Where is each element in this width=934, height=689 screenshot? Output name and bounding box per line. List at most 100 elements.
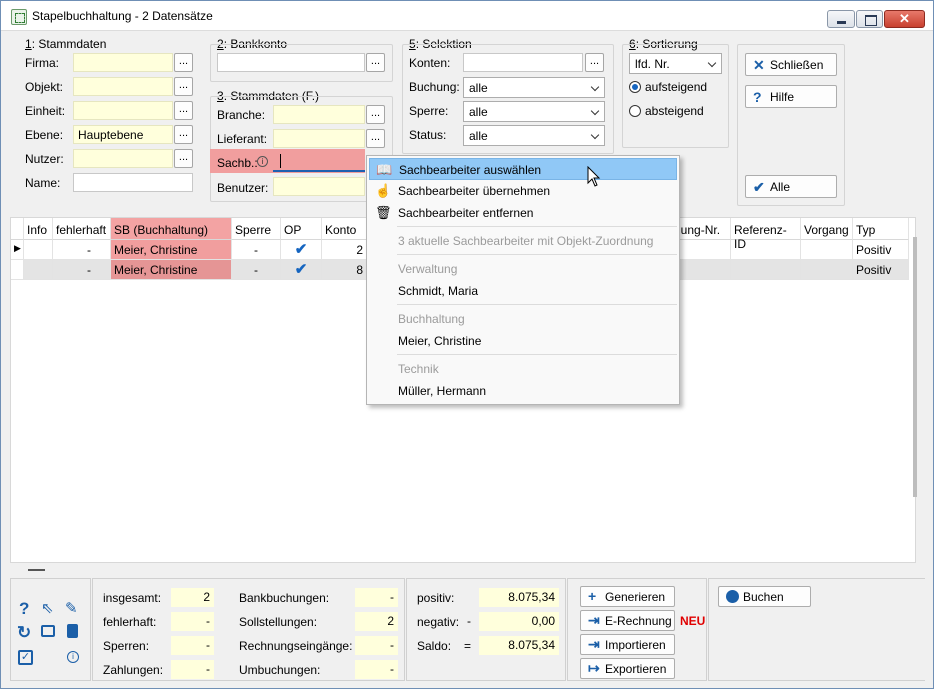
negativ-label: negativ: bbox=[417, 615, 460, 629]
firma-browse-button[interactable]: ... bbox=[174, 53, 193, 72]
sperre-select[interactable]: alle bbox=[463, 101, 605, 122]
nutzer-browse-button[interactable]: ... bbox=[174, 149, 193, 168]
konten-field[interactable] bbox=[463, 53, 583, 72]
counts-panel: insgesamt: 2 fehlerhaft: - Sperren: - Za… bbox=[92, 578, 405, 681]
firma-label: Firma: bbox=[25, 56, 59, 70]
lieferant-browse-button[interactable]: ... bbox=[366, 129, 385, 148]
main-window: Stapelbuchhaltung - 2 Datensätze ✕ 1: St… bbox=[0, 0, 934, 689]
schliessen-button[interactable]: ✕ Schließen bbox=[745, 53, 837, 76]
grid-header-vorgang[interactable]: Vorgang bbox=[801, 218, 853, 240]
e-rechnung-button[interactable]: ⇥ E-Rechnung bbox=[580, 610, 675, 631]
cell-konto: 2 bbox=[322, 240, 367, 260]
refresh-icon[interactable]: ↻ bbox=[17, 623, 31, 643]
buchen-button[interactable]: Buchen bbox=[718, 586, 811, 607]
grid-header-sb[interactable]: SB (Buchhaltung) bbox=[111, 218, 232, 240]
menu-group-technik: Technik bbox=[398, 362, 439, 376]
help-icon[interactable]: ? bbox=[19, 599, 29, 619]
umbuchungen-value: - bbox=[355, 660, 398, 679]
info-icon[interactable]: i bbox=[257, 156, 268, 167]
cell-sperre: - bbox=[232, 240, 281, 260]
grid-header-konto[interactable]: Konto bbox=[322, 218, 367, 240]
pointer-icon[interactable]: ⇖ bbox=[41, 599, 54, 617]
positiv-label: positiv: bbox=[417, 591, 455, 605]
menu-group-buchhaltung: Buchhaltung bbox=[398, 312, 465, 326]
menu-item-take-sachbearbeiter[interactable]: ☝ Sachbearbeiter übernehmen bbox=[369, 180, 677, 202]
objekt-field[interactable] bbox=[73, 77, 173, 96]
benutzer-label: Benutzer: bbox=[217, 181, 269, 195]
branche-browse-button[interactable]: ... bbox=[366, 105, 385, 124]
name-field[interactable] bbox=[73, 173, 193, 192]
sachbearbeiter-field[interactable] bbox=[273, 151, 365, 172]
menu-item-schmidt-maria[interactable]: Schmidt, Maria bbox=[369, 280, 677, 302]
trash-icon: 🗑 bbox=[375, 205, 392, 220]
menu-item-remove-sachbearbeiter[interactable]: 🗑 Sachbearbeiter entfernen bbox=[369, 202, 677, 224]
app-icon bbox=[11, 9, 27, 25]
konten-browse-button[interactable]: ... bbox=[585, 53, 604, 72]
info-icon[interactable]: i bbox=[67, 651, 79, 663]
alle-button[interactable]: ✔ Alle bbox=[745, 175, 837, 198]
menu-item-meier-christine[interactable]: Meier, Christine bbox=[369, 330, 677, 352]
office-icon[interactable] bbox=[67, 624, 78, 638]
minimize-button[interactable] bbox=[827, 10, 855, 28]
menu-item-mueller-hermann[interactable]: Müller, Hermann bbox=[369, 380, 677, 402]
name-label: Name: bbox=[25, 176, 61, 190]
hand-icon: ☝ bbox=[375, 183, 392, 198]
nutzer-field[interactable] bbox=[73, 149, 173, 168]
grid-header-fehlerhaft[interactable]: fehlerhaft bbox=[53, 218, 111, 240]
firma-field[interactable] bbox=[73, 53, 173, 72]
buchung-select[interactable]: alle bbox=[463, 77, 605, 98]
lieferant-field[interactable] bbox=[273, 129, 365, 148]
splitter-handle[interactable] bbox=[28, 569, 45, 571]
cell-vorgang bbox=[801, 240, 853, 260]
op-check-icon: ✔ bbox=[281, 240, 322, 260]
grid-header-typ[interactable]: Typ bbox=[853, 218, 909, 240]
cell-sperre: - bbox=[232, 260, 281, 280]
pencil-icon[interactable]: ✎ bbox=[65, 599, 78, 617]
buchung-label: Buchung: bbox=[409, 80, 460, 94]
grid-header-info[interactable]: Info bbox=[24, 218, 53, 240]
status-select[interactable]: alle bbox=[463, 125, 605, 146]
cell-sb: Meier, Christine bbox=[111, 240, 232, 260]
menu-item-select-sachbearbeiter[interactable]: 📖 Sachbearbeiter auswählen bbox=[369, 158, 677, 180]
objekt-browse-button[interactable]: ... bbox=[174, 77, 193, 96]
grid-header-referenz-id[interactable]: Referenz-ID bbox=[731, 218, 801, 251]
grid-header-rechnung-nr[interactable]: nung-Nr. bbox=[671, 218, 731, 240]
sachbearbeiter-context-menu: 📖 Sachbearbeiter auswählen ☝ Sachbearbeite… bbox=[366, 155, 680, 405]
rechnungseingaenge-value: - bbox=[355, 636, 398, 655]
importieren-button[interactable]: ⇥ Importieren bbox=[580, 634, 675, 655]
bankkonto-field[interactable] bbox=[217, 53, 365, 72]
exportieren-button[interactable]: ↦ Exportieren bbox=[580, 658, 675, 679]
sollstellungen-label: Sollstellungen: bbox=[239, 615, 318, 629]
plus-icon: + bbox=[588, 588, 597, 604]
benutzer-field[interactable] bbox=[273, 177, 365, 196]
bankkonto-browse-button[interactable]: ... bbox=[366, 53, 385, 72]
lieferant-label: Lieferant: bbox=[217, 132, 268, 146]
einheit-browse-button[interactable]: ... bbox=[174, 101, 193, 120]
ebene-field[interactable]: Hauptebene bbox=[73, 125, 173, 144]
cell-referenz-id bbox=[731, 260, 801, 280]
grid-header-sperre[interactable]: Sperre bbox=[232, 218, 281, 240]
export-icon: ↦ bbox=[588, 660, 600, 676]
cell-info bbox=[24, 260, 53, 280]
branche-field[interactable] bbox=[273, 105, 365, 124]
menu-separator bbox=[397, 226, 677, 227]
zahlungen-label: Zahlungen: bbox=[103, 663, 164, 677]
absteigend-radio[interactable] bbox=[629, 105, 641, 117]
grid-header-op[interactable]: OP bbox=[281, 218, 322, 240]
vertical-scrollbar[interactable] bbox=[913, 237, 917, 497]
fehlerhaft-value: - bbox=[171, 612, 214, 631]
print-icon[interactable] bbox=[41, 625, 55, 637]
hilfe-button[interactable]: ? Hilfe bbox=[745, 85, 837, 108]
close-window-button[interactable]: ✕ bbox=[884, 10, 925, 28]
sortierung-select[interactable]: lfd. Nr. bbox=[629, 53, 722, 74]
tools-panel: ? ⇖ ✎ ↻ ✓ i bbox=[10, 578, 91, 681]
umbuchungen-label: Umbuchungen: bbox=[239, 663, 321, 677]
ebene-browse-button[interactable]: ... bbox=[174, 125, 193, 144]
menu-current-count: 3 aktuelle Sachbearbeiter mit Objekt-Zuo… bbox=[398, 234, 654, 248]
aufsteigend-radio[interactable] bbox=[629, 81, 641, 93]
menu-separator bbox=[397, 254, 677, 255]
checkbox-icon[interactable]: ✓ bbox=[18, 650, 33, 665]
einheit-field[interactable] bbox=[73, 101, 173, 120]
generieren-button[interactable]: + Generieren bbox=[580, 586, 675, 607]
maximize-button[interactable] bbox=[856, 10, 883, 28]
